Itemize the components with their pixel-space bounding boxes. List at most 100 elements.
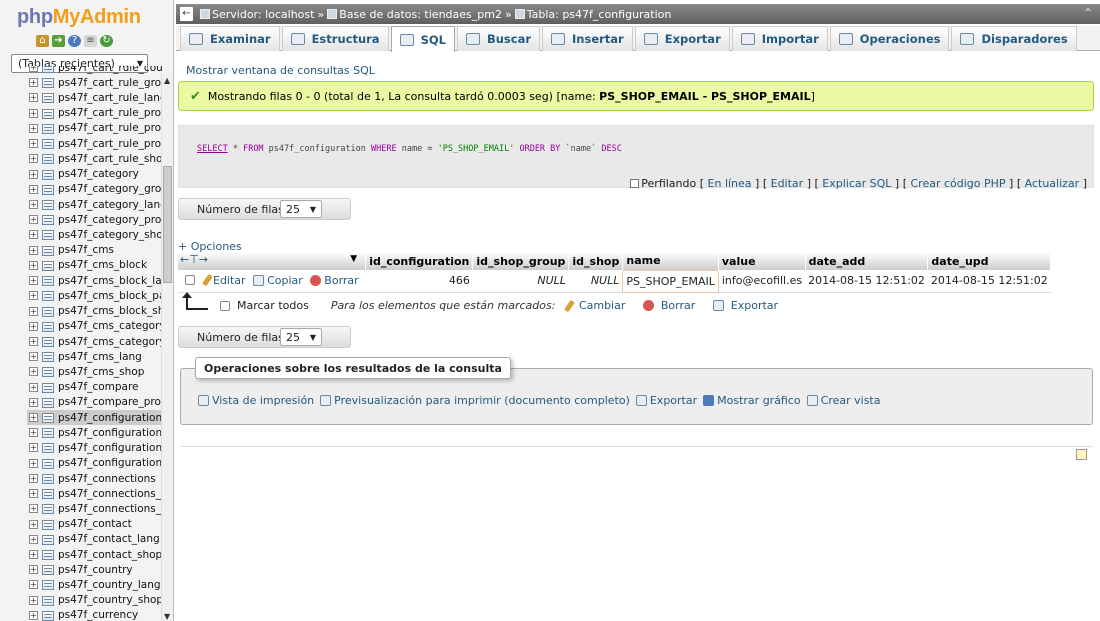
expand-icon[interactable]: + (29, 306, 38, 316)
expand-icon[interactable]: + (29, 534, 38, 544)
sidebar-item-table[interactable]: + ps47f_cart_rule_group (27, 75, 162, 90)
rows-select[interactable]: 25 ▼ (280, 328, 322, 346)
column-header[interactable]: value (718, 252, 806, 270)
sidebar-item-table[interactable]: + ps47f_contact (27, 517, 162, 532)
tab-importar[interactable]: Importar (731, 26, 828, 51)
expand-icon[interactable]: + (29, 260, 38, 270)
expand-icon[interactable]: + (29, 413, 38, 423)
cell-date-upd[interactable]: 2014-08-15 12:51:02 (927, 270, 1051, 293)
tab-exportar[interactable]: Exportar (634, 26, 730, 51)
expand-icon[interactable]: + (29, 169, 38, 179)
sidebar-item-table[interactable]: + ps47f_cms_block_lang (27, 273, 162, 288)
sidebar-item-table[interactable]: + ps47f_connections (27, 471, 162, 486)
column-header[interactable]: date_upd (927, 252, 1052, 270)
tab-operaciones[interactable]: Operaciones (829, 26, 950, 51)
expand-icon[interactable]: + (29, 565, 38, 575)
sidebar-item-table[interactable]: + ps47f_contact_shop (27, 547, 162, 562)
sidebar-item-table[interactable]: + ps47f_cms (27, 243, 162, 258)
sidebar-item-table[interactable]: + ps47f_cms_shop (27, 364, 162, 379)
back-icon[interactable]: ← (180, 7, 193, 21)
column-header[interactable]: id_configuration (365, 252, 474, 270)
expand-icon[interactable]: + (29, 382, 38, 392)
expand-icon[interactable]: + (29, 93, 38, 103)
rows-select[interactable]: 25 ▼ (280, 200, 322, 218)
cell-value[interactable]: info@ecofill.es (718, 270, 806, 293)
sidebar-item-table[interactable]: + ps47f_cms_category_la (27, 334, 162, 349)
expand-icon[interactable]: + (29, 489, 38, 499)
expand-icon[interactable]: + (29, 352, 38, 362)
sidebar-item-table[interactable]: + ps47f_configuration_kp (27, 440, 162, 455)
sidebar-item-table[interactable]: + ps47f_category (27, 167, 162, 182)
tab-insertar[interactable]: Insertar (542, 26, 633, 51)
expand-icon[interactable]: + (29, 184, 38, 194)
expand-icon[interactable]: + (29, 78, 38, 88)
expand-icon[interactable]: + (29, 580, 38, 590)
sidebar-item-table[interactable]: + ps47f_cart_rule_lang (27, 90, 162, 105)
sidebar-item-table[interactable]: + ps47f_configuration_kp (27, 425, 162, 440)
bulk-delete-button[interactable]: Borrar (661, 299, 695, 312)
sidebar-item-table[interactable]: + ps47f_category_group (27, 182, 162, 197)
sort-dropdown-icon[interactable]: ▼ (350, 254, 357, 264)
expand-icon[interactable]: + (29, 108, 38, 118)
expand-icon[interactable]: + (29, 199, 38, 209)
sidebar-item-table[interactable]: + ps47f_cms_block (27, 258, 162, 273)
expand-icon[interactable]: + (29, 504, 38, 514)
sidebar-item-table[interactable]: + ps47f_cms_block_page (27, 288, 162, 303)
exit-icon[interactable]: ➔ (52, 35, 65, 47)
expand-icon[interactable]: + (29, 291, 38, 301)
bulk-change-button[interactable]: Cambiar (579, 299, 625, 312)
tab-disparadores[interactable]: Disparadores (951, 26, 1077, 51)
refresh-link[interactable]: Actualizar (1025, 177, 1080, 190)
edit-query-link[interactable]: Editar (771, 177, 804, 190)
breadcrumb-server[interactable]: Servidor: localhost (212, 8, 314, 21)
inline-edit-link[interactable]: En línea (708, 177, 752, 190)
nav-scrollbar[interactable]: ▲ ▼ (161, 74, 173, 621)
expand-icon[interactable]: + (29, 154, 38, 164)
reload-icon[interactable]: ↻ (100, 35, 113, 47)
sidebar-item-table[interactable]: + ps47f_cart_rule_produc (27, 121, 162, 136)
sidebar-item-table[interactable]: + ps47f_cms_lang (27, 349, 162, 364)
sidebar-item-table[interactable]: + ps47f_cms_block_shop (27, 304, 162, 319)
mark-all-checkbox[interactable] (220, 300, 230, 311)
expand-icon[interactable]: + (29, 321, 38, 331)
sidebar-item-table[interactable]: + ps47f_currency (27, 608, 162, 621)
sidebar-item-table[interactable]: + ps47f_configuration (27, 410, 162, 426)
cell-name[interactable]: PS_SHOP_EMAIL (622, 269, 719, 293)
sidebar-item-table[interactable]: + ps47f_cart_rule_produc (27, 106, 162, 121)
expand-icon[interactable]: + (29, 473, 38, 483)
expand-icon[interactable]: + (29, 550, 38, 559)
expand-icon[interactable]: + (29, 397, 38, 407)
expand-icon[interactable]: + (29, 245, 38, 255)
sidebar-item-table[interactable]: + ps47f_cart_rule_produc (27, 136, 162, 151)
copy-row-link[interactable]: Copiar (267, 274, 303, 287)
delete-row-link[interactable]: Borrar (324, 274, 358, 287)
expand-icon[interactable]: + (29, 215, 38, 225)
sidebar-item-table[interactable]: + ps47f_connections_sou (27, 501, 162, 516)
column-header[interactable]: id_shop_group (472, 252, 570, 270)
sidebar-item-table[interactable]: + ps47f_country_shop (27, 593, 162, 608)
expand-icon[interactable]: + (29, 519, 38, 529)
cell-id-configuration[interactable]: 466 (365, 270, 473, 293)
sidebar-item-table[interactable]: + ps47f_connections_pag (27, 486, 162, 501)
sidebar-item-table[interactable]: + ps47f_contact_lang (27, 532, 162, 547)
create-php-link[interactable]: Crear código PHP (911, 177, 1006, 190)
bulk-export-button[interactable]: Exportar (731, 299, 778, 312)
column-header[interactable]: date_add (805, 252, 929, 270)
expand-icon[interactable]: + (29, 595, 38, 605)
profiling-checkbox[interactable] (630, 179, 640, 188)
column-resize-icon[interactable]: ←⊤→ (180, 253, 208, 266)
cell-date-add[interactable]: 2014-08-15 12:51:02 (805, 270, 928, 293)
create-view-link[interactable]: Crear vista (821, 394, 881, 407)
breadcrumb-database[interactable]: Base de datos: tiendaes_pm2 (339, 8, 502, 21)
scrollbar-thumb[interactable] (163, 166, 172, 283)
column-header[interactable]: id_shop (568, 252, 624, 270)
expand-icon[interactable]: + (29, 428, 38, 438)
docs-icon[interactable]: ≡ (84, 35, 97, 47)
sidebar-item-table[interactable]: + ps47f_category_lang (27, 197, 162, 212)
expand-icon[interactable]: + (29, 336, 38, 346)
sidebar-item-table[interactable]: + ps47f_category_shop (27, 227, 162, 242)
expand-icon[interactable]: + (29, 66, 38, 72)
sidebar-item-table[interactable]: + ps47f_compare (27, 380, 162, 395)
tab-buscar[interactable]: Buscar (456, 26, 541, 51)
sidebar-item-table[interactable]: + ps47f_compare_produc (27, 395, 162, 410)
